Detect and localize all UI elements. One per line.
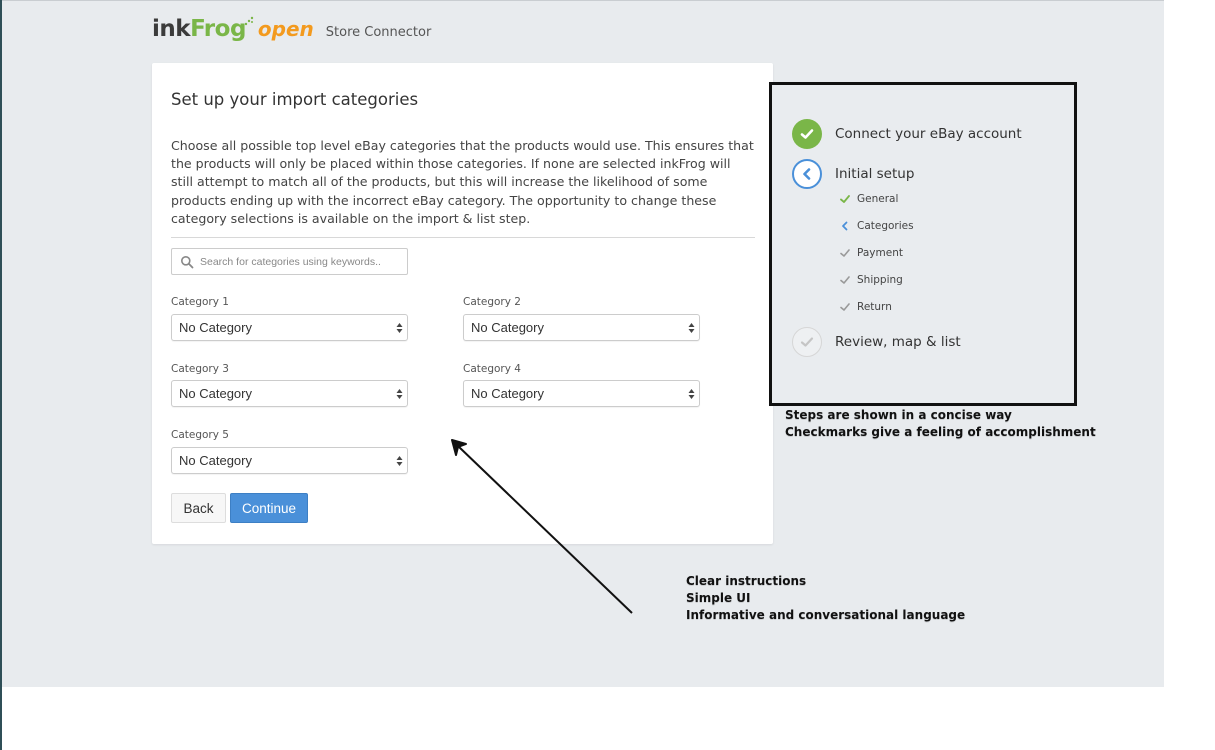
substep-categories: Categories: [840, 220, 914, 232]
step-label: Initial setup: [835, 166, 915, 182]
check-icon: [840, 249, 850, 257]
select-arrows-icon: [396, 322, 403, 333]
category-2-select[interactable]: No Category: [463, 314, 700, 341]
ui-annotation: Clear instructions Simple UI Informative…: [686, 573, 965, 624]
category-search-input[interactable]: [200, 255, 400, 268]
substep-label: Return: [857, 301, 892, 313]
step-label: Connect your eBay account: [835, 126, 1022, 142]
step-label: Review, map & list: [835, 334, 961, 350]
category-1-select[interactable]: No Category: [171, 314, 408, 341]
category-5-value: No Category: [179, 453, 252, 468]
select-arrows-icon: [396, 388, 403, 399]
annotation-line: Checkmarks give a feeling of accomplishm…: [785, 425, 1096, 439]
category-1-value: No Category: [179, 320, 252, 335]
logo-frog-label: Frog: [190, 16, 246, 42]
category-4-select[interactable]: No Category: [463, 380, 700, 407]
check-icon: [840, 303, 850, 311]
substep-general: General: [840, 193, 898, 205]
category-4-value: No Category: [471, 386, 544, 401]
logo-open-text: open: [257, 17, 314, 41]
select-arrows-icon: [396, 455, 403, 466]
annotation-line: Steps are shown in a concise way: [785, 408, 1012, 422]
continue-button[interactable]: Continue: [230, 493, 308, 523]
check-icon: [840, 276, 850, 284]
annotation-line: Simple UI: [686, 591, 751, 605]
chevron-left-circle-icon: [792, 159, 822, 189]
steps-annotation: Steps are shown in a concise way Checkma…: [785, 407, 1096, 441]
substep-label: Categories: [857, 220, 914, 232]
category-5-select[interactable]: No Category: [171, 447, 408, 474]
import-categories-card: Set up your import categories Choose all…: [152, 63, 773, 544]
category-1-label: Category 1: [171, 296, 229, 308]
divider: [171, 237, 755, 238]
substep-payment: Payment: [840, 247, 903, 259]
annotation-line: Informative and conversational language: [686, 608, 966, 622]
step-initial-setup: Initial setup: [792, 159, 914, 189]
sparkle-icon: [244, 16, 254, 26]
app-subtitle: Store Connector: [325, 25, 432, 40]
substep-label: Payment: [857, 247, 903, 259]
page-title: Set up your import categories: [171, 90, 419, 109]
search-icon: [181, 255, 194, 268]
category-search-field[interactable]: [171, 248, 408, 275]
annotation-line: Clear instructions: [686, 574, 807, 588]
check-icon: [840, 195, 850, 203]
category-2-value: No Category: [471, 320, 544, 335]
check-circle-outline-icon: [792, 327, 822, 357]
select-arrows-icon: [688, 388, 695, 399]
chevron-left-icon: [842, 221, 848, 231]
brand-logo: ink Frog open Store Connector: [152, 16, 431, 46]
category-3-select[interactable]: No Category: [171, 380, 408, 407]
substep-label: Shipping: [857, 274, 903, 286]
step-review-map-list: Review, map & list: [792, 327, 961, 357]
substep-label: General: [857, 193, 899, 205]
select-arrows-icon: [688, 322, 695, 333]
category-4-label: Category 4: [463, 363, 521, 375]
logo-ink-text: ink: [152, 16, 191, 42]
category-3-value: No Category: [179, 386, 252, 401]
substep-shipping: Shipping: [840, 274, 903, 286]
logo-frog-text: Frog: [190, 16, 254, 42]
substep-return: Return: [840, 301, 892, 313]
category-2-label: Category 2: [463, 296, 521, 308]
category-5-label: Category 5: [171, 429, 229, 441]
step-connect-ebay: Connect your eBay account: [792, 119, 1022, 149]
check-circle-icon: [792, 119, 822, 149]
back-button[interactable]: Back: [171, 493, 226, 523]
category-3-label: Category 3: [171, 363, 229, 375]
instructions-text: Choose all possible top level eBay categ…: [171, 138, 754, 226]
progress-steps-panel: Connect your eBay account Initial setup …: [769, 82, 1077, 406]
